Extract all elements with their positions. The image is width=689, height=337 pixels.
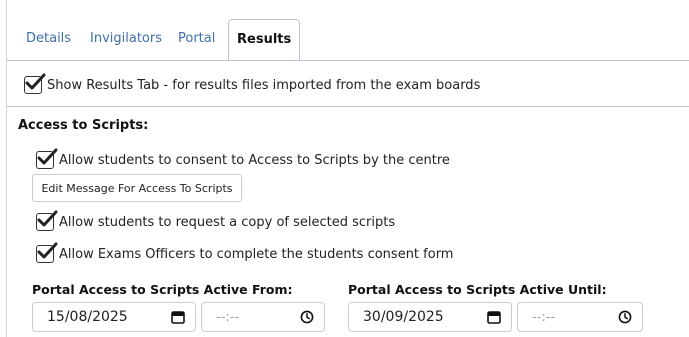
active-from-date-input[interactable]: 15/08/2025 — [32, 302, 196, 332]
tab-bar: Details Invigilators Portal Results — [6, 0, 689, 61]
checkmark-icon — [25, 73, 46, 90]
request-copy-row: Allow students to request a copy of sele… — [36, 210, 396, 231]
checkmark-icon — [37, 148, 58, 165]
checkmark-icon — [37, 210, 58, 227]
active-until-time-input[interactable]: --:-- — [517, 302, 643, 332]
tab-invigilators[interactable]: Invigilators — [90, 31, 162, 46]
officers-label: Allow Exams Officers to complete the stu… — [59, 246, 454, 262]
tab-portal[interactable]: Portal — [178, 31, 215, 46]
request-copy-checkbox[interactable] — [36, 210, 58, 231]
tab-divider — [7, 60, 689, 61]
consent-row: Allow students to consent to Access to S… — [36, 148, 450, 169]
show-results-checkbox[interactable] — [24, 73, 46, 94]
tab-results[interactable]: Results — [228, 19, 301, 61]
show-results-row: Show Results Tab - for results files imp… — [24, 73, 481, 94]
section-divider — [7, 106, 689, 107]
active-from-time-value: --:-- — [216, 309, 240, 325]
active-from-date-value: 15/08/2025 — [47, 309, 128, 325]
clock-icon[interactable] — [618, 310, 632, 324]
consent-label: Allow students to consent to Access to S… — [59, 152, 450, 168]
access-to-scripts-title: Access to Scripts: — [18, 118, 149, 133]
tab-details[interactable]: Details — [26, 31, 71, 46]
calendar-icon[interactable] — [171, 310, 185, 324]
active-until-date-value: 30/09/2025 — [363, 309, 444, 325]
active-until-time-value: --:-- — [532, 309, 556, 325]
active-until-date-input[interactable]: 30/09/2025 — [348, 302, 512, 332]
edit-message-button[interactable]: Edit Message For Access To Scripts — [32, 174, 242, 202]
active-until-label: Portal Access to Scripts Active Until: — [348, 282, 607, 297]
calendar-icon[interactable] — [487, 310, 501, 324]
consent-checkbox[interactable] — [36, 148, 58, 169]
active-from-label: Portal Access to Scripts Active From: — [32, 282, 293, 297]
officers-row: Allow Exams Officers to complete the stu… — [36, 242, 454, 263]
show-results-label: Show Results Tab - for results files imp… — [47, 77, 481, 93]
checkmark-icon — [37, 242, 58, 259]
officers-checkbox[interactable] — [36, 242, 58, 263]
clock-icon[interactable] — [300, 310, 314, 324]
active-from-time-input[interactable]: --:-- — [201, 302, 325, 332]
request-copy-label: Allow students to request a copy of sele… — [59, 214, 396, 230]
